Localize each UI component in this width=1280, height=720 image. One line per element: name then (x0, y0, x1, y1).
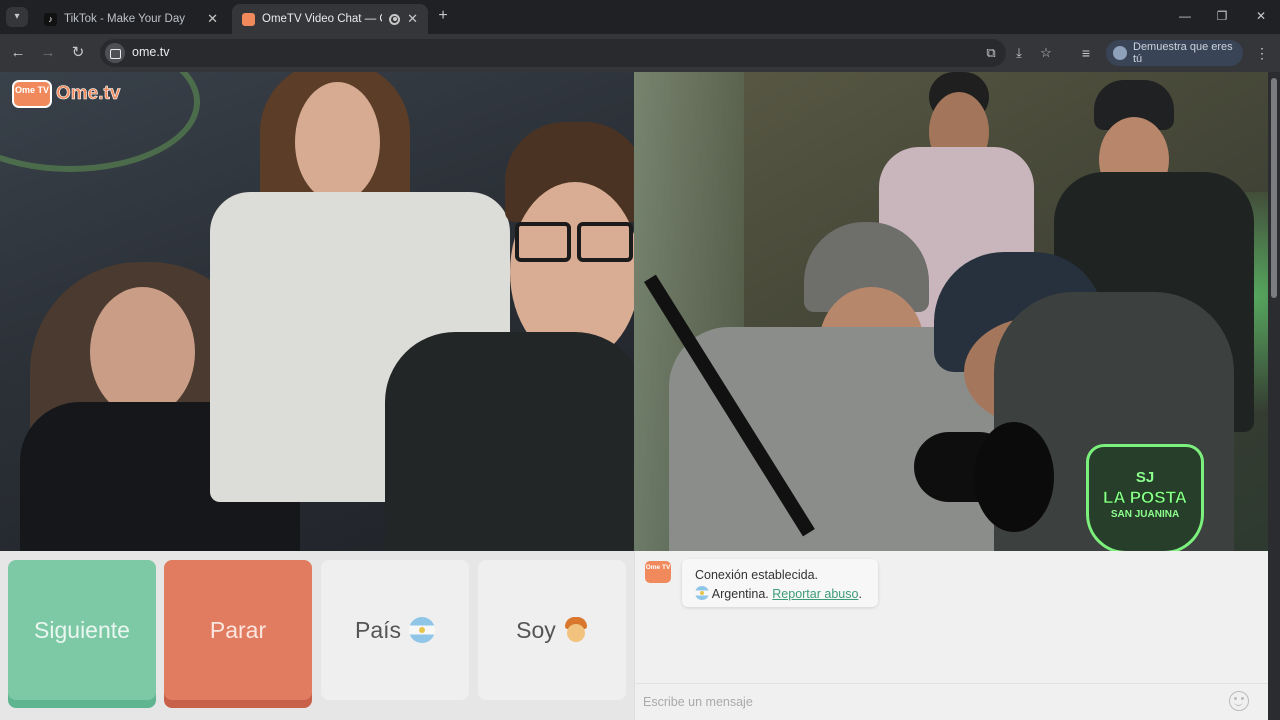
argentina-flag-icon (409, 617, 436, 643)
la-posta-logo: SJ LA POSTA SAN JUANINA (1086, 444, 1204, 551)
bookmark-star-icon[interactable]: ☆ (1038, 45, 1054, 61)
url-text[interactable]: ome.tv (132, 45, 170, 59)
tiktok-icon: ♪ (44, 12, 57, 26)
profile-avatar-icon (1113, 46, 1127, 60)
report-suffix: . (858, 587, 862, 601)
boy-emoji-icon (564, 617, 588, 643)
gender-label: Soy (516, 616, 556, 643)
install-app-icon[interactable]: ⤓ (1011, 45, 1027, 61)
maximize-button[interactable]: ❐ (1207, 6, 1237, 26)
country-name: Argentina. (711, 587, 769, 601)
chat-panel: Ome TV Conexión establecida. Argentina. … (634, 551, 1268, 720)
logo-line-3: SAN JUANINA (1110, 509, 1180, 520)
glasses (515, 222, 571, 262)
translate-icon[interactable]: ⧉ (983, 45, 999, 61)
glasses (577, 222, 633, 262)
argentina-flag-icon (695, 586, 709, 600)
system-message: Conexión establecida. Argentina. Reporta… (682, 559, 878, 607)
country-button[interactable]: País (321, 560, 469, 700)
emoji-icon[interactable] (1229, 691, 1249, 711)
remote-video: SJ LA POSTA SAN JUANINA (634, 72, 1268, 551)
report-abuse-link[interactable]: Reportar abuso (772, 587, 858, 601)
next-label: Siguiente (34, 616, 130, 643)
stop-button[interactable]: Parar (164, 560, 312, 700)
pop-filter (974, 422, 1054, 532)
close-tab-icon[interactable]: ✕ (407, 11, 418, 27)
message-input[interactable] (643, 692, 1203, 712)
stop-label: Parar (209, 616, 267, 643)
local-video: Ome TV Ome.tv (0, 72, 634, 551)
scrollbar-thumb[interactable] (1271, 78, 1277, 298)
country-label: País (354, 616, 402, 643)
message-bar (635, 683, 1268, 720)
person-face (295, 82, 380, 202)
new-tab-button[interactable]: + (434, 6, 452, 26)
ometv-logo: Ome TV Ome.tv (12, 80, 121, 108)
logo-line-1: SJ (1135, 469, 1155, 486)
camera-permission-icon[interactable] (105, 43, 125, 63)
minimize-button[interactable]: — (1170, 6, 1200, 26)
profile-chip[interactable]: Demuestra que eres tú (1106, 40, 1243, 66)
recording-icon (389, 13, 401, 25)
browser-toolbar: ← → ↻ ome.tv ⧉ ⤓ ☆ ≡ Demuestra que eres … (0, 34, 1280, 72)
reading-list-icon[interactable]: ≡ (1076, 43, 1096, 63)
tab-title: OmeTV Video Chat — Ome (262, 13, 382, 25)
close-window-button[interactable]: ✕ (1246, 6, 1276, 26)
ometv-logo-badge: Ome TV (645, 561, 671, 583)
address-bar[interactable]: ome.tv ⧉ ⤓ ☆ (100, 39, 1052, 67)
tab-title: TikTok - Make Your Day (64, 13, 186, 25)
person-face (90, 287, 195, 417)
logo-line-2: LA POSTA (1102, 488, 1188, 508)
ometv-logo-text: Ome.tv (56, 83, 121, 105)
tab-search-icon[interactable]: ▾ (6, 7, 28, 27)
forward-arrow-icon[interactable]: → (38, 43, 58, 63)
menu-kebab-icon[interactable]: ⋮ (1252, 43, 1272, 63)
reload-icon[interactable]: ↻ (68, 43, 88, 63)
gender-button[interactable]: Soy (478, 560, 626, 700)
tab-tiktok[interactable]: ♪ TikTok - Make Your Day ✕ (34, 4, 228, 34)
next-button[interactable]: Siguiente (8, 560, 156, 700)
ometv-page: Ome TV Ome.tv SJ LA POSTA SAN JUANINA Si… (0, 72, 1268, 720)
back-arrow-icon[interactable]: ← (8, 43, 28, 63)
page-scrollbar[interactable] (1268, 72, 1280, 720)
ometv-icon (242, 12, 255, 26)
partner-country: Argentina. Reportar abuso. (695, 585, 878, 604)
profile-label: Demuestra que eres tú (1133, 41, 1233, 65)
connection-status: Conexión establecida. (695, 568, 818, 582)
control-panel: Siguiente Parar País Soy (0, 551, 634, 720)
ometv-logo-badge: Ome TV (12, 80, 52, 108)
person-shirt (385, 332, 634, 551)
tab-strip: ▾ ♪ TikTok - Make Your Day ✕ OmeTV Video… (0, 0, 1280, 34)
close-tab-icon[interactable]: ✕ (207, 11, 218, 27)
tab-ometv[interactable]: OmeTV Video Chat — Ome ✕ (232, 4, 428, 34)
